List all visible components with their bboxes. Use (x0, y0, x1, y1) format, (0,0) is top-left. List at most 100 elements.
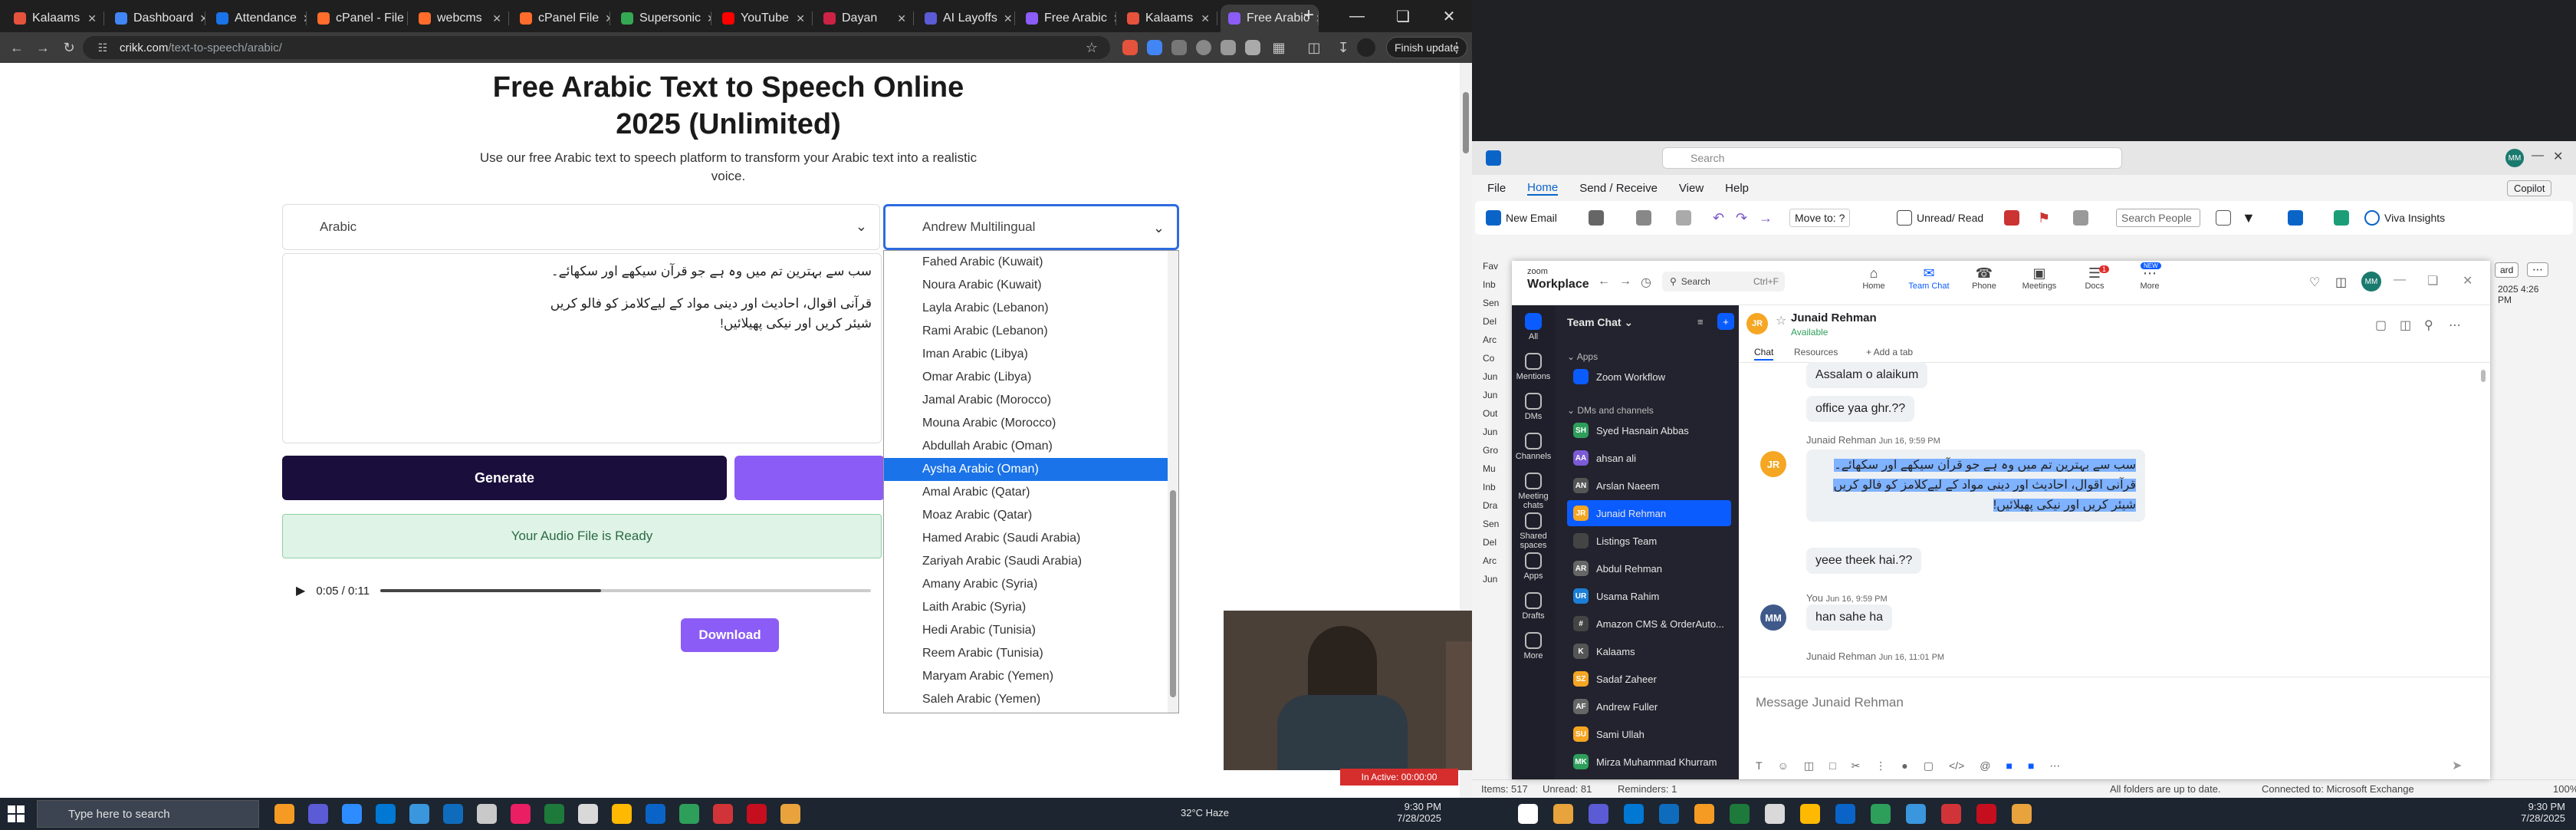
taskbar-app-icon[interactable] (511, 804, 531, 824)
new-tab-button[interactable]: + (1303, 5, 1314, 26)
voice-dropdown-list[interactable]: Fahed Arabic (Kuwait) Noura Arabic (Kuwai… (883, 250, 1179, 713)
contact-item[interactable]: MK Mirza Muhammad Khurram (1555, 749, 1739, 775)
folder-item[interactable]: Sen (1483, 519, 1499, 529)
rail-drafts[interactable]: Drafts (1512, 592, 1555, 621)
voice-option[interactable]: Hamed Arabic (Saudi Arabia) (884, 527, 1178, 550)
section-dms[interactable]: ⌄ DMs and channels (1567, 405, 1654, 416)
voice-option[interactable]: Noura Arabic (Kuwait) (884, 274, 1178, 297)
chat-message[interactable]: Assalam o alaikum (1806, 362, 1928, 388)
search-icon[interactable]: ⚲ (2424, 318, 2433, 333)
status-reminders[interactable]: Reminders: 1 (1618, 783, 1677, 795)
zoom-nav-docs[interactable]: ☰ Docs 1 (2070, 265, 2119, 291)
rail-all[interactable]: All (1512, 313, 1555, 341)
chat-message-urdu[interactable]: سب سے بہترین تم میں وہ ہے جو قرآن سیکھے … (1806, 450, 2145, 522)
contact-item[interactable]: K Kalaams (1555, 638, 1739, 664)
section-apps[interactable]: ⌄ Apps (1567, 351, 1598, 362)
close-icon[interactable]: ✕ (1201, 12, 1210, 25)
text-input-area[interactable]: سب سے بہترین تم میں وہ ہے جو قرآن سیکھے … (282, 253, 882, 443)
player-seek-bar[interactable] (380, 589, 872, 592)
voice-select[interactable]: Andrew Multilingual ⌄ (883, 204, 1179, 250)
tab-resources[interactable]: Resources (1794, 347, 1838, 357)
avatar[interactable]: MM (1760, 604, 1786, 631)
taskbar-app-icon[interactable] (1553, 804, 1573, 824)
voice-option[interactable]: Layla Arabic (Lebanon) (884, 297, 1178, 320)
team-chat-header[interactable]: Team Chat ⌄ (1567, 316, 1633, 329)
extension-icon[interactable] (1221, 40, 1236, 55)
more-options-icon[interactable]: ⋯ (2527, 262, 2548, 277)
taskbar-app-icon[interactable] (1694, 804, 1714, 824)
taskbar-app-icon[interactable] (342, 804, 362, 824)
taskbar-app-icon[interactable] (2012, 804, 2032, 824)
voice-option[interactable]: Moaz Arabic (Qatar) (884, 504, 1178, 527)
search-people-input[interactable]: Search People (2116, 209, 2200, 227)
code-icon[interactable]: ⋮ (1875, 759, 1886, 772)
more-icon[interactable]: ⋯ (2049, 759, 2060, 772)
voice-option[interactable]: Omar Arabic (Libya) (884, 366, 1178, 389)
flag-button[interactable]: ⚑ (2038, 209, 2050, 227)
secondary-button[interactable] (734, 456, 885, 500)
outlook-search-input[interactable]: Search (1662, 147, 2122, 169)
extension-icon[interactable] (1245, 40, 1260, 55)
tab-4[interactable]: webcms ✕ (411, 5, 509, 32)
folder-item[interactable]: Dra (1483, 500, 1497, 511)
contact-item[interactable]: SH Syed Hasnain Abbas (1555, 417, 1739, 443)
tab-6[interactable]: Supersonic ✕ (613, 5, 711, 32)
copilot-button[interactable]: Copilot (2507, 180, 2552, 196)
voice-option[interactable]: Iman Arabic (Libya) (884, 343, 1178, 366)
tab-8[interactable]: Dayan ✕ (816, 5, 914, 32)
folder-item[interactable]: Co (1483, 353, 1494, 364)
close-window-button[interactable]: ✕ (1426, 0, 1472, 32)
voice-option[interactable]: Zariyah Arabic (Saudi Arabia) (884, 550, 1178, 573)
site-info-icon[interactable]: ☷ (94, 38, 112, 57)
contact-item[interactable]: SZ Sadaf Zaheer (1555, 666, 1739, 692)
forward-icon[interactable]: → (1619, 275, 1631, 288)
star-icon[interactable]: ☆ (1776, 313, 1786, 328)
extension-icon[interactable] (1122, 40, 1138, 55)
forward-icon[interactable]: → (34, 38, 52, 57)
avatar[interactable]: JR (1746, 313, 1768, 334)
code-block-icon[interactable]: </> (1949, 759, 1964, 772)
maximize-button[interactable]: ❏ (1380, 0, 1426, 32)
voice-option[interactable]: Hedi Arabic (Tunisia) (884, 619, 1178, 642)
tab-5[interactable]: cPanel File ✕ (512, 5, 610, 32)
tab-11[interactable]: Kalaams ✕ (1119, 5, 1217, 32)
app-icon[interactable]: ■ (2006, 759, 2012, 772)
folder-item[interactable]: Out (1483, 408, 1497, 419)
taskbar-app-icon[interactable] (747, 804, 767, 824)
taskbar-app-icon[interactable] (780, 804, 800, 824)
archive-button[interactable] (1636, 209, 1651, 227)
folder-item[interactable]: Jun (1483, 574, 1497, 585)
viva-insights-button[interactable]: Viva Insights (2364, 209, 2445, 227)
video-preview-thumbnail[interactable] (1224, 611, 1507, 770)
address-bar[interactable]: crikk.com/text-to-speech/arabic/ (83, 36, 1110, 59)
windows-start-icon[interactable] (8, 805, 25, 822)
voice-option[interactable]: Laith Arabic (Syria) (884, 596, 1178, 619)
download-button[interactable]: Download (681, 618, 779, 652)
taskbar-app-icon[interactable] (544, 804, 564, 824)
dropdown-scrollbar-thumb[interactable] (1170, 490, 1176, 697)
status-zoom[interactable]: 100% (2553, 783, 2576, 795)
folder-item[interactable]: Gro (1483, 445, 1498, 456)
close-icon[interactable]: ✕ (1004, 12, 1013, 25)
rail-shared-spaces[interactable]: Shared spaces (1512, 512, 1555, 550)
taskbar-app-icon[interactable] (713, 804, 733, 824)
voice-option[interactable]: Maryam Arabic (Yemen) (884, 665, 1178, 688)
compose-button[interactable]: + (1717, 313, 1734, 330)
emoji-icon[interactable]: ☺ (1778, 759, 1789, 772)
voice-option[interactable]: Aysha Arabic (Oman) (884, 458, 1178, 481)
folder-item[interactable]: Fav (1483, 261, 1498, 272)
language-select[interactable]: Arabic ⌄ (282, 204, 880, 250)
history-icon[interactable]: ◷ (1641, 275, 1651, 290)
close-icon[interactable]: ✕ (87, 12, 97, 25)
rail-dms[interactable]: DMs (1512, 393, 1555, 421)
extension-icon[interactable] (1147, 40, 1162, 55)
tab-chat[interactable]: Chat (1754, 347, 1774, 361)
voice-option[interactable]: Amany Arabic (Syria) (884, 573, 1178, 596)
rail-channels[interactable]: Channels (1512, 433, 1555, 461)
back-icon[interactable]: ← (1598, 275, 1610, 288)
voice-option[interactable]: Reem Arabic (Tunisia) (884, 642, 1178, 665)
taskbar-app-icon[interactable] (1800, 804, 1820, 824)
contact-item[interactable]: AA ahsan ali (1555, 445, 1739, 471)
taskbar-app-icon[interactable] (308, 804, 328, 824)
tab-7[interactable]: YouTube ✕ (715, 5, 813, 32)
